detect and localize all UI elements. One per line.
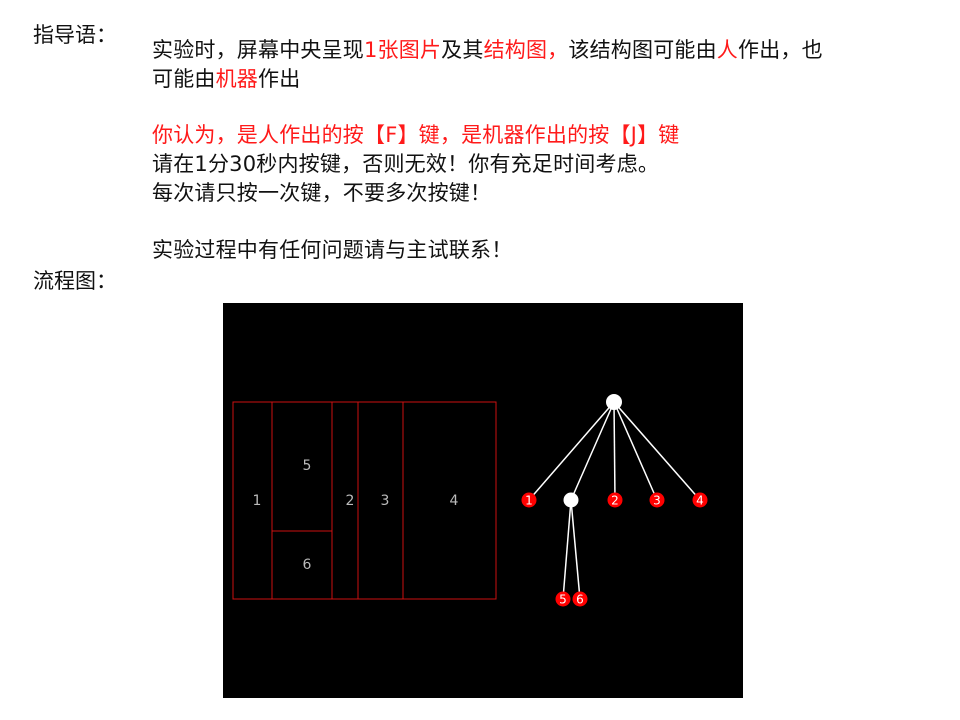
box-label-5: 5: [303, 458, 312, 474]
box-label-1: 1: [253, 493, 262, 509]
text-segment: 实验过程中有任何问题请与主试联系！: [152, 238, 513, 262]
box-label-2: 2: [346, 493, 355, 509]
tree-leaf-5: 5: [555, 591, 571, 607]
edge-mid-n6: [570, 499, 581, 600]
tree-leaf-6: 6: [572, 591, 588, 607]
instruction-single-press: 每次请只按一次键，不要多次按键！: [152, 180, 491, 206]
instruction-key-mapping: 你认为，是人作出的按【F】键，是机器作出的按【J】键: [152, 122, 679, 148]
text-segment: 实验时，屏幕中央呈现: [152, 38, 364, 62]
instruction-time-limit: 请在1分30秒内按键，否则无效！你有充足时间考虑。: [152, 151, 659, 177]
box-label-6: 6: [303, 557, 312, 573]
box-label-4: 4: [450, 493, 459, 509]
text-segment: 作出，也: [738, 38, 823, 62]
edge-root-n1: [528, 401, 615, 501]
text-segment: 请在1分30秒内按键，否则无效！你有充足时间考虑。: [152, 152, 660, 176]
text-segment: 及其: [441, 38, 484, 62]
tree-leaf-6-label: 6: [576, 593, 584, 607]
text-segment: 你认为，是人作出的按【F】键，是机器作出的按【J】键: [152, 123, 680, 147]
structure-figure: 1 5 6 2 3 4 1 2 3 4 5 6: [223, 303, 743, 698]
structure-figure-svg: 1 5 6 2 3 4 1 2 3 4 5 6: [232, 394, 708, 607]
tree-leaf-3-label: 3: [653, 494, 661, 508]
instructions-heading: 指导语：: [33, 23, 117, 47]
tree-leaf-2-label: 2: [611, 494, 619, 508]
tree-leaf-4: 4: [692, 492, 708, 508]
tree-root-node: [606, 394, 622, 410]
text-segment: 每次请只按一次键，不要多次按键！: [152, 181, 492, 205]
tree-leaf-1-label: 1: [525, 494, 533, 508]
tree-leaf-1: 1: [521, 492, 537, 508]
instruction-line-2: 可能由机器作出: [152, 66, 300, 92]
instruction-contact: 实验过程中有任何问题请与主试联系！: [152, 237, 512, 263]
text-segment: 作出: [258, 67, 301, 91]
edge-root-n3: [613, 401, 658, 501]
edge-mid-n5: [562, 499, 572, 600]
tree-intermediate-node: [563, 492, 579, 508]
box-labels: 1 5 6 2 3 4: [253, 458, 459, 573]
edge-root-n4: [613, 401, 701, 501]
text-segment: 机器: [215, 67, 259, 91]
tree-leaf-2: 2: [607, 492, 623, 508]
tree-leaf-3: 3: [649, 492, 665, 508]
box-label-3: 3: [381, 493, 390, 509]
tree-leaf-4-label: 4: [696, 494, 704, 508]
text-segment: 结构图，: [483, 38, 569, 62]
text-segment: 该结构图可能由: [568, 38, 717, 62]
tree-leaf-5-label: 5: [559, 593, 567, 607]
text-segment: 人: [716, 38, 738, 62]
edge-root-mid: [570, 401, 615, 501]
text-segment: 1张图片: [364, 38, 442, 62]
flowchart-heading: 流程图：: [33, 269, 117, 293]
text-segment: 可能由: [152, 67, 216, 91]
edge-root-n2: [613, 401, 616, 501]
instruction-line-1: 实验时，屏幕中央呈现1张图片及其结构图，该结构图可能由人作出，也: [152, 37, 823, 63]
